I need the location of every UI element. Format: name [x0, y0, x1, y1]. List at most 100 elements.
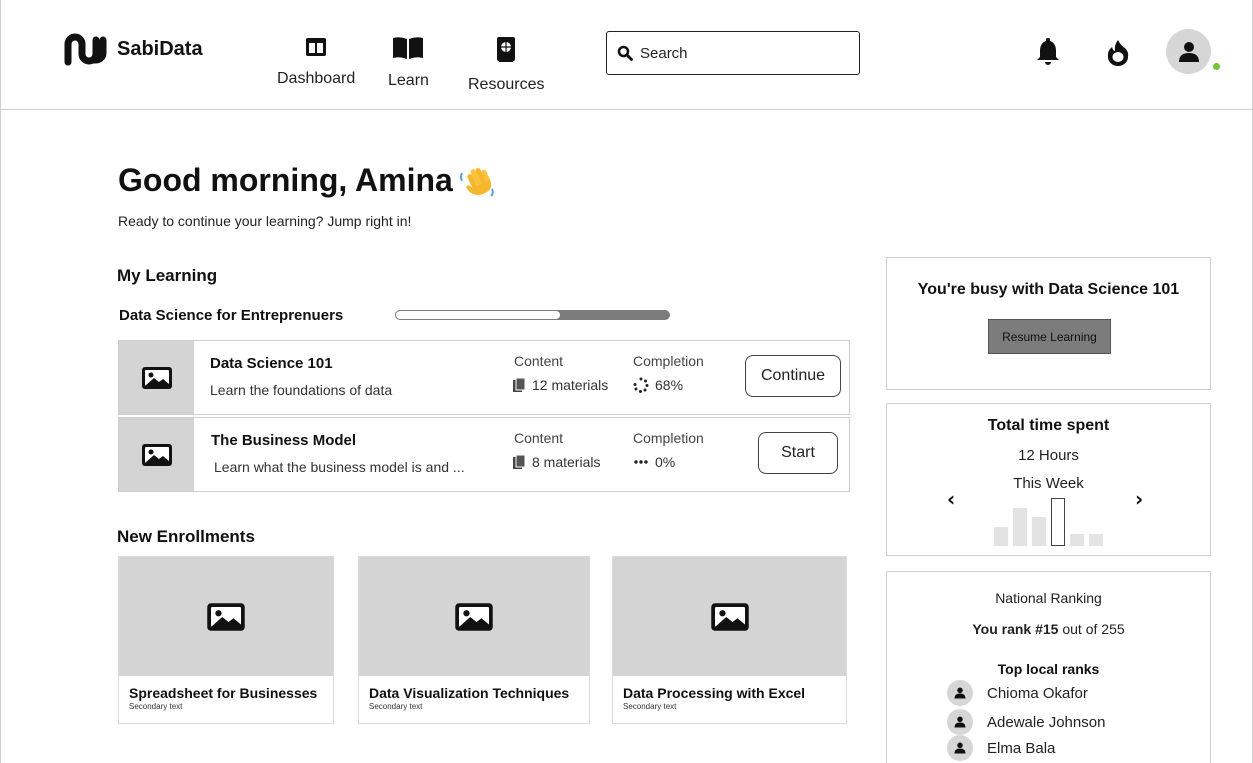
- course-description: Learn what the business model is and ...: [214, 459, 465, 475]
- documents-icon: [513, 454, 526, 469]
- image-icon: [141, 366, 172, 389]
- search-icon: [617, 45, 633, 61]
- course-thumbnail: [119, 341, 194, 414]
- busy-with-panel: You're busy with Data Science 101 Resume…: [886, 257, 1211, 390]
- completion-label: Completion: [633, 430, 704, 446]
- enrollment-thumbnail: [613, 557, 846, 676]
- completion-value: 68%: [633, 377, 683, 393]
- enrollment-title: Spreadsheet for Businesses: [129, 685, 318, 701]
- time-spent-title: Total time spent: [987, 417, 1110, 434]
- weekly-time-bar: [1070, 534, 1084, 546]
- person-icon: [947, 735, 973, 761]
- user-avatar-icon: [1178, 41, 1199, 62]
- user-avatar[interactable]: [1166, 29, 1211, 74]
- start-button[interactable]: Start: [758, 432, 838, 474]
- search-placeholder: Search: [640, 44, 688, 62]
- rank-person-name: Elma Bala: [987, 739, 1056, 757]
- weekly-time-bar: [994, 527, 1008, 546]
- rank-list-item[interactable]: Elma Bala: [947, 735, 1055, 761]
- learning-path-progress-fill: [396, 311, 560, 319]
- time-spent-period: This Week: [1013, 475, 1084, 492]
- enrollment-thumbnail: [119, 557, 333, 676]
- enrollment-subtitle: Secondary text: [623, 702, 677, 711]
- weekly-time-bar: [1089, 534, 1103, 546]
- nav-resources-label: Resources: [468, 76, 545, 93]
- enrollment-title: Data Processing with Excel: [623, 685, 806, 701]
- enrollment-title: Data Visualization Techniques: [369, 685, 570, 701]
- content-label: Content: [514, 430, 564, 446]
- enrollment-thumbnail: [359, 557, 589, 676]
- resume-learning-button[interactable]: Resume Learning: [988, 319, 1111, 354]
- nav-dashboard[interactable]: Dashboard: [277, 36, 355, 88]
- image-icon: [207, 602, 245, 631]
- course-row[interactable]: The Business Model Learn what the busine…: [118, 417, 850, 492]
- materials-text: 8 materials: [532, 454, 601, 470]
- logo-icon: [64, 33, 107, 66]
- ranking-title: National Ranking: [995, 590, 1102, 606]
- progress-spinner-icon: [633, 377, 649, 393]
- brand-logo[interactable]: SabiData: [63, 32, 203, 66]
- time-spent-panel: Total time spent 12 Hours This Week ‹ ›: [886, 403, 1211, 556]
- documents-icon: [513, 377, 526, 392]
- enrollment-card[interactable]: Data Visualization Techniques Secondary …: [358, 556, 590, 724]
- time-spent-value: 12 Hours: [1018, 447, 1079, 464]
- completion-label: Completion: [633, 353, 704, 369]
- image-icon: [455, 602, 493, 631]
- new-enrollments-heading: New Enrollments: [117, 527, 255, 546]
- completion-percent: 68%: [655, 377, 684, 393]
- course-thumbnail: [119, 418, 194, 491]
- continue-button[interactable]: Continue: [745, 355, 841, 397]
- nav-learn-label: Learn: [388, 72, 429, 89]
- rank-person-name: Chioma Okafor: [987, 684, 1088, 702]
- user-rank: You rank #15 out of 255: [887, 621, 1210, 637]
- weekly-time-bar: [1013, 508, 1027, 546]
- waving-hand-icon: [459, 167, 494, 197]
- brand-name: SabiData: [117, 37, 203, 60]
- enrollment-card[interactable]: Data Processing with Excel Secondary tex…: [612, 556, 847, 724]
- my-learning-heading: My Learning: [117, 266, 218, 285]
- previous-week-button[interactable]: ‹: [947, 487, 955, 511]
- nav-dashboard-label: Dashboard: [277, 70, 356, 87]
- image-icon: [710, 602, 749, 631]
- greeting-heading: Good morning, Amina: [118, 162, 497, 199]
- greeting-text: Good morning, Amina: [118, 162, 453, 198]
- course-title: Data Science 101: [210, 355, 333, 372]
- course-row[interactable]: Data Science 101 Learn the foundations o…: [118, 340, 850, 415]
- rank-list-item[interactable]: Chioma Okafor: [947, 680, 1088, 706]
- completion-percent: 0%: [655, 454, 676, 470]
- top-navigation-bar: SabiData Dashboard Learn Resources Searc…: [0, 0, 1253, 110]
- weekly-time-bar: [1032, 517, 1046, 546]
- materials-count: 12 materials: [512, 377, 608, 393]
- course-title: The Business Model: [211, 432, 357, 449]
- not-started-dots-icon: [634, 460, 648, 464]
- search-box[interactable]: Search: [606, 31, 860, 75]
- book-icon: [393, 37, 424, 59]
- nav-resources[interactable]: Resources: [468, 36, 544, 94]
- materials-text: 12 materials: [532, 377, 609, 393]
- bell-icon[interactable]: [1036, 36, 1060, 66]
- enrollment-card[interactable]: Spreadsheet for Businesses Secondary tex…: [118, 556, 334, 724]
- user-rank-bold: You rank #15: [972, 621, 1059, 637]
- content-label: Content: [514, 353, 564, 369]
- course-description: Learn the foundations of data: [210, 382, 393, 398]
- person-icon: [947, 680, 973, 706]
- busy-title: You're busy with Data Science 101: [917, 281, 1180, 298]
- streak-flame-icon[interactable]: [1105, 38, 1131, 66]
- enrollment-subtitle: Secondary text: [129, 702, 183, 711]
- national-ranking-panel: National Ranking You rank #15 out of 255…: [886, 571, 1211, 763]
- enrollment-subtitle: Secondary text: [369, 702, 423, 711]
- rank-person-name: Adewale Johnson: [987, 713, 1106, 731]
- user-rank-total: out of 255: [1062, 621, 1125, 637]
- completion-value: 0%: [633, 454, 675, 470]
- top-local-ranks-title: Top local ranks: [997, 661, 1100, 677]
- greeting-subtitle: Ready to continue your learning? Jump ri…: [118, 213, 412, 229]
- online-status-dot: [1213, 63, 1220, 70]
- resources-icon: [497, 37, 516, 62]
- image-icon: [141, 443, 172, 466]
- learning-path-progress: [395, 310, 670, 320]
- rank-list-item[interactable]: Adewale Johnson: [947, 709, 1105, 735]
- next-week-button[interactable]: ›: [1135, 487, 1143, 511]
- nav-learn[interactable]: Learn: [388, 36, 429, 90]
- weekly-time-bar-chart: [994, 498, 1104, 546]
- materials-count: 8 materials: [512, 454, 600, 470]
